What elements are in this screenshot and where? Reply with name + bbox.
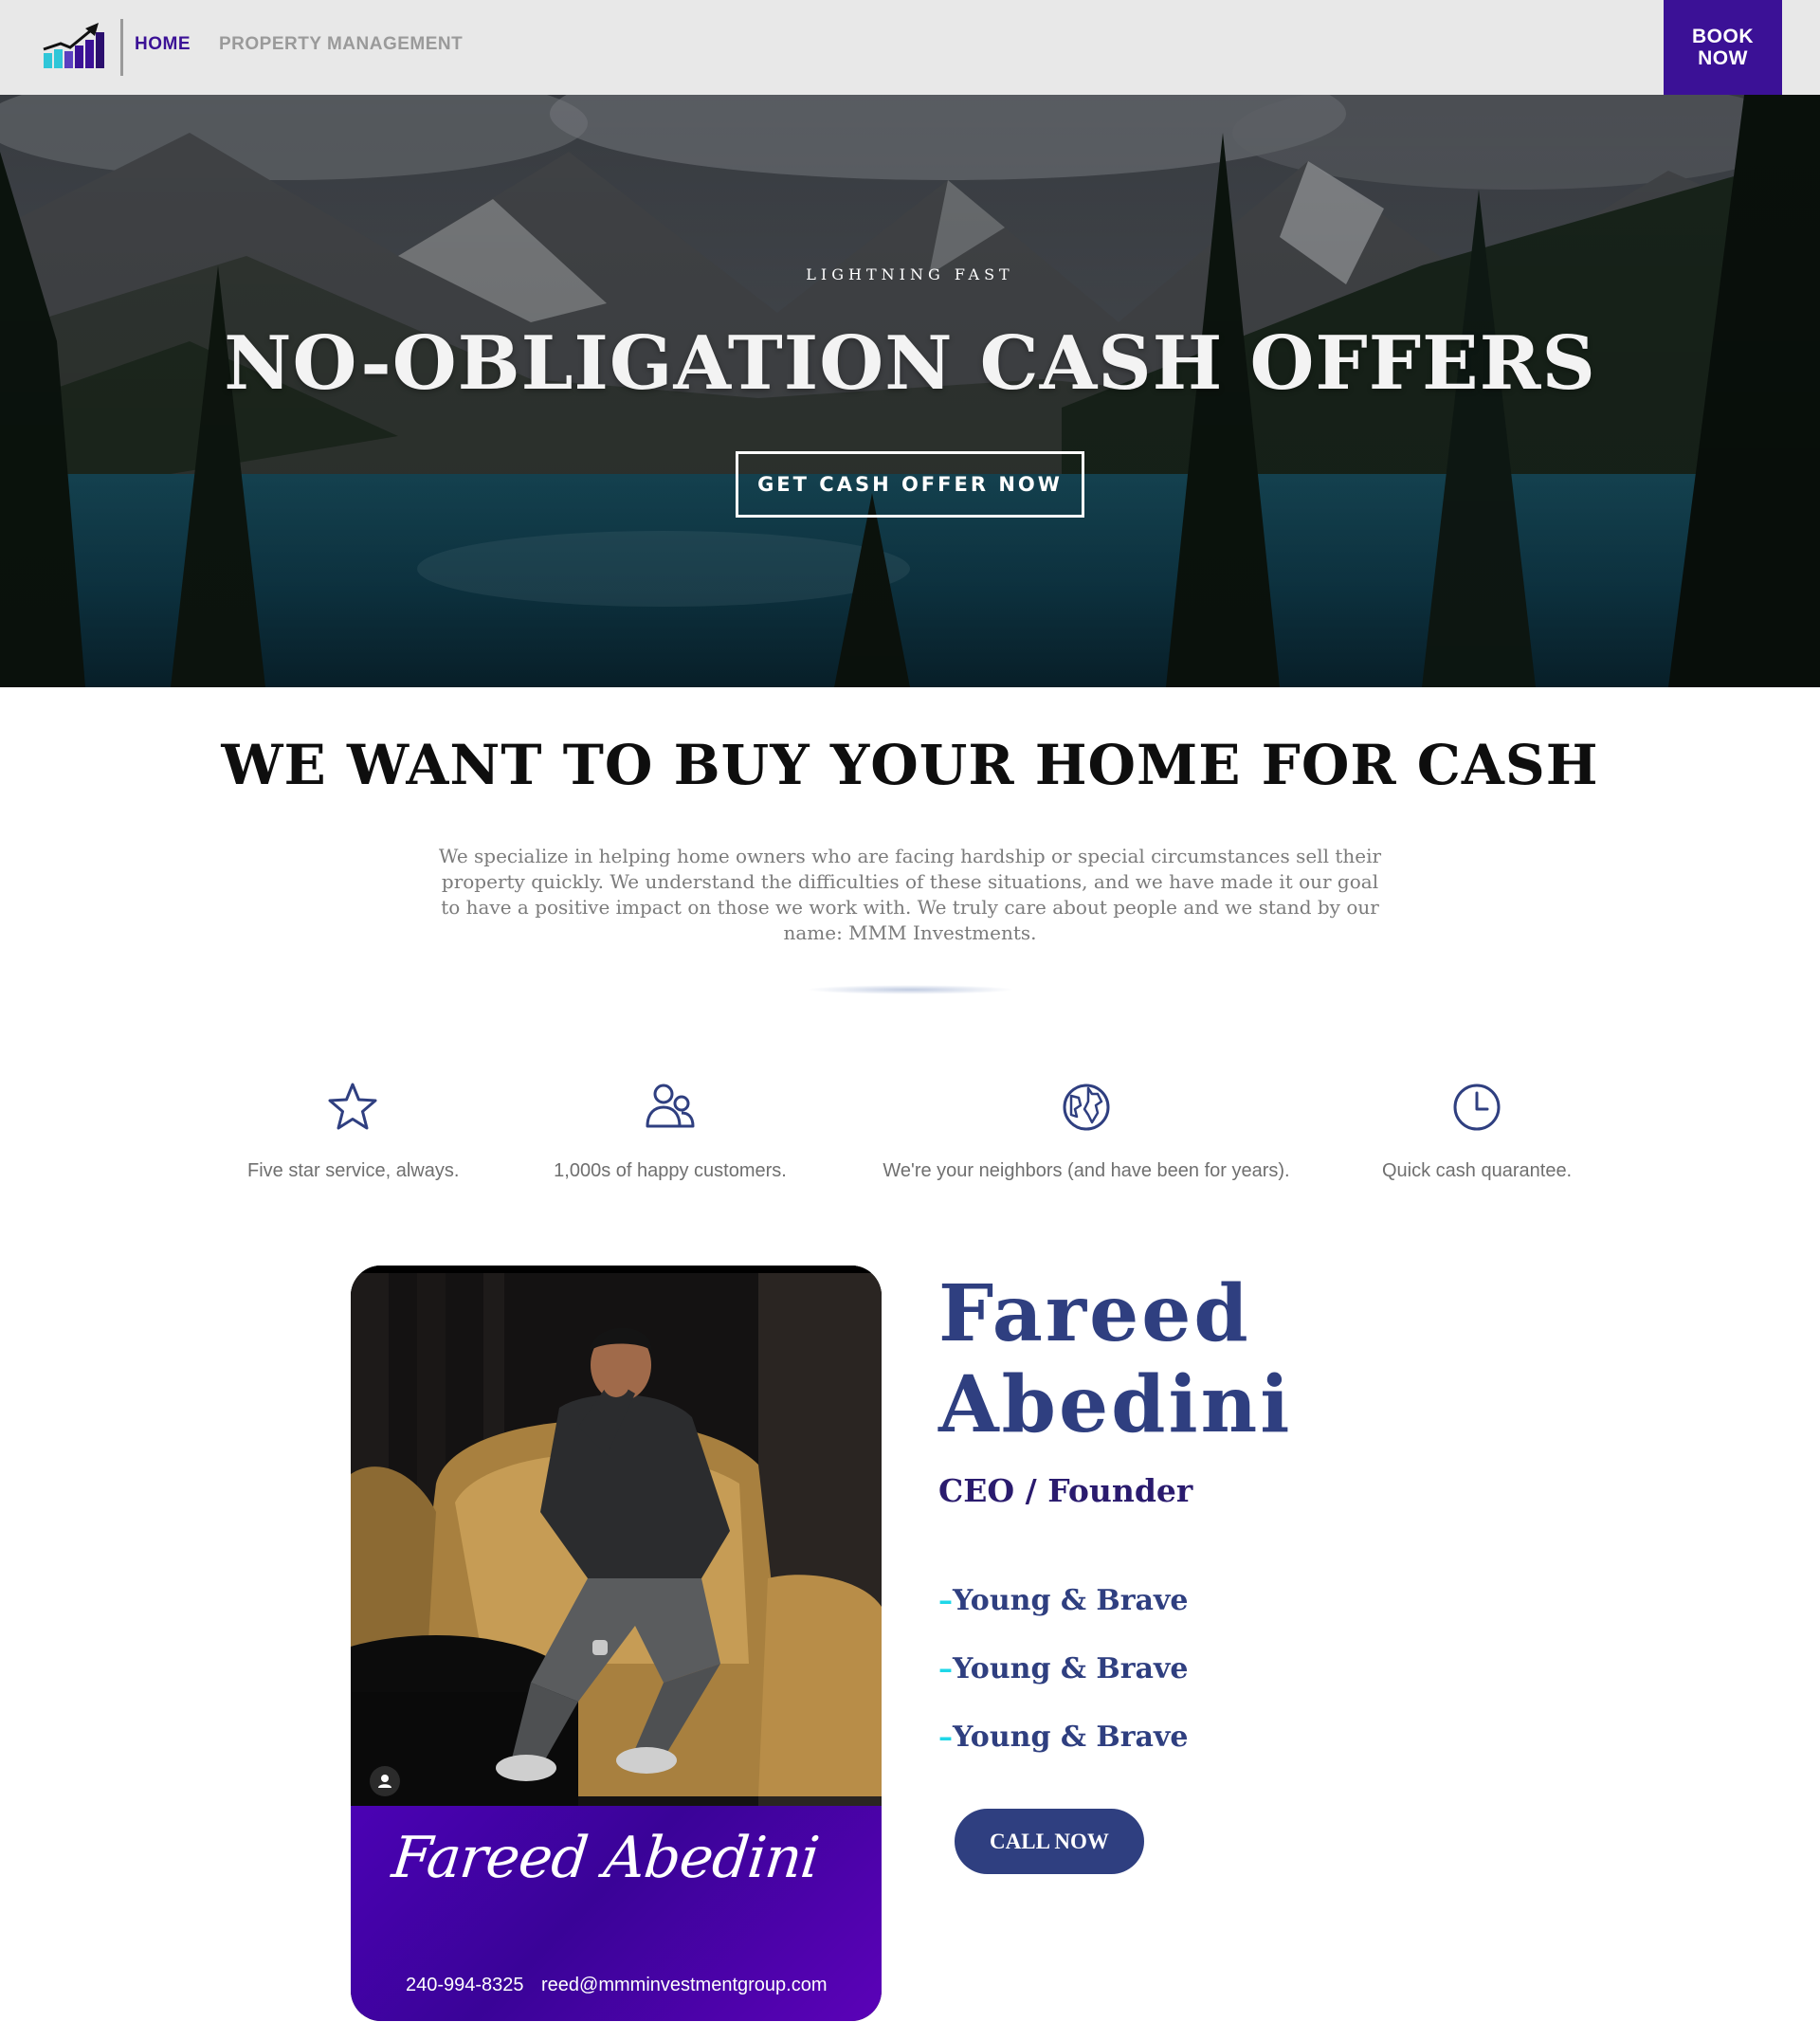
profile-card: Fareed Abedini 240-994-8325 reed@mmminve… <box>351 1266 882 2021</box>
feature-neighbors: We're your neighbors (and have been for … <box>882 1081 1291 1182</box>
hero-section: LIGHTNING FAST NO-OBLIGATION CASH OFFERS… <box>0 95 1820 687</box>
nav-home-link[interactable]: HOME <box>135 34 191 55</box>
star-icon <box>328 1083 377 1130</box>
globe-icon <box>1063 1084 1110 1131</box>
trait-item: –Young & Brave <box>938 1721 1189 1754</box>
profile-role: CEO / Founder <box>938 1472 1193 1509</box>
hero-kicker: LIGHTNING FAST <box>806 265 1014 283</box>
signature: Fareed Abedini <box>389 1825 822 1891</box>
feature-text: We're your neighbors (and have been for … <box>883 1160 1290 1181</box>
user-icon <box>378 1775 391 1788</box>
profile-last-name: Abedini <box>938 1359 1293 1450</box>
card-email[interactable]: reed@mmminvestmentgroup.com <box>541 1975 828 1996</box>
feature-text: Five star service, always. <box>247 1160 460 1181</box>
book-now-line1: BOOK <box>1692 26 1754 47</box>
feature-quick-cash: Quick cash quarantee. <box>1382 1081 1572 1182</box>
intro-text: We specialize in helping home owners who… <box>438 845 1382 944</box>
intro-title: WE WANT TO BUY YOUR HOME FOR CASH <box>221 733 1599 797</box>
users-icon <box>646 1084 695 1128</box>
get-cash-offer-button[interactable]: GET CASH OFFER NOW <box>736 451 1084 518</box>
trait-dash: – <box>938 1721 953 1754</box>
nav-property-management-link[interactable]: PROPERTY MANAGEMENT <box>219 34 463 55</box>
trait-text: Young & Brave <box>953 1652 1189 1685</box>
trait-dash: – <box>938 1652 953 1685</box>
book-now-button[interactable]: BOOK NOW <box>1664 0 1782 95</box>
trait-item: –Young & Brave <box>938 1584 1189 1617</box>
feature-happy-customers: 1,000s of happy customers. <box>554 1081 787 1182</box>
card-footer: Fareed Abedini 240-994-8325 reed@mmminve… <box>351 1806 882 2021</box>
clock-icon <box>1453 1084 1501 1131</box>
feature-five-star: Five star service, always. <box>247 1081 460 1182</box>
trait-text: Young & Brave <box>953 1584 1189 1617</box>
section-divider <box>806 985 1014 994</box>
feature-text: Quick cash quarantee. <box>1382 1160 1573 1181</box>
trait-item: –Young & Brave <box>938 1652 1189 1685</box>
card-phone[interactable]: 240-994-8325 <box>406 1975 524 1996</box>
feature-text: 1,000s of happy customers. <box>554 1160 787 1181</box>
profile-photo <box>351 1266 882 1806</box>
logo-divider <box>120 19 123 76</box>
hero-title: NO-OBLIGATION CASH OFFERS <box>224 320 1596 407</box>
trait-text: Young & Brave <box>953 1721 1189 1754</box>
top-nav: HOME PROPERTY MANAGEMENT BOOK NOW <box>0 0 1820 95</box>
avatar-badge[interactable] <box>370 1766 400 1796</box>
profile-first-name: Fareed <box>938 1268 1251 1359</box>
book-now-line2: NOW <box>1698 47 1748 69</box>
chart-arrow-logo-icon[interactable] <box>42 21 106 74</box>
call-now-button[interactable]: CALL NOW <box>955 1809 1144 1874</box>
trait-dash: – <box>938 1584 953 1617</box>
